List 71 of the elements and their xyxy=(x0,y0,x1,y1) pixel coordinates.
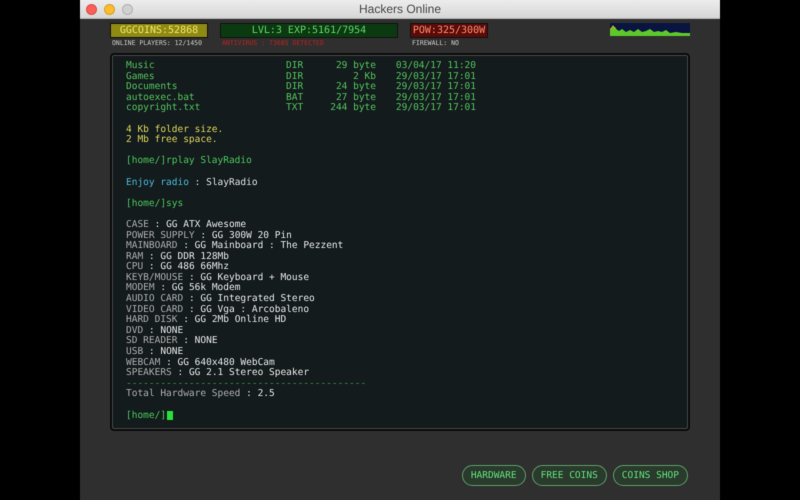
spec-label: RAM xyxy=(126,252,144,262)
terminal-text: 2 Mb free space. xyxy=(126,135,218,146)
file-date: 03/04/17 11:20 xyxy=(394,61,476,72)
file-type: DIR xyxy=(286,72,304,82)
spec-value: : NONE xyxy=(148,326,184,336)
file-name: autoexec.bat xyxy=(126,92,195,103)
spec-label: CASE xyxy=(126,220,149,230)
spec-label: CPU xyxy=(126,262,144,273)
file-date: 29/03/17 17:01 xyxy=(394,92,476,103)
window-title: Hackers Online xyxy=(358,2,442,16)
menu-button[interactable]: FREE COINS xyxy=(532,465,607,486)
spec-label: Total Hardware Speed xyxy=(126,389,240,400)
spec-value: : GG 2Mb Online HD xyxy=(183,315,286,326)
terminal-value: : SlayRadio xyxy=(194,178,258,188)
spec-label: SPEAKERS xyxy=(126,368,172,379)
menu-button[interactable]: COINS SHOP xyxy=(612,465,688,486)
command-prompt: [home/] xyxy=(126,410,166,422)
spec-label: DVD xyxy=(126,326,144,336)
spec-value: : GG Vga : Arcobaleno xyxy=(188,304,310,315)
spec-value: : GG 2.1 Stereo Speaker xyxy=(176,368,310,379)
file-type: TXT xyxy=(286,103,304,114)
spec-label: SD READER xyxy=(126,336,178,347)
file-type: BAT xyxy=(286,92,304,103)
spec-value: : GG Integrated Stereo xyxy=(188,294,315,304)
spec-label: MAINBOARD xyxy=(126,241,178,252)
file-date: 29/03/17 17:01 xyxy=(394,103,476,114)
dashed-divider: ------------------------------------------ xyxy=(126,378,366,389)
spec-value: : GG ATX Awesome xyxy=(154,220,246,230)
spec-label: VIDEO CARD xyxy=(126,304,184,315)
file-date: 29/03/17 17:01 xyxy=(394,72,476,82)
spec-value: : GG 56k Modem xyxy=(159,283,240,294)
file-size: 27 byte xyxy=(334,92,376,103)
spec-label: POWER SUPPLY xyxy=(126,230,195,241)
terminal-command: [home/]rplay SlayRadio xyxy=(126,156,252,167)
file-date: 29/03/17 17:01 xyxy=(394,82,476,93)
file-size: 29 byte xyxy=(334,61,376,72)
file-size: 2 Kb xyxy=(352,72,376,82)
text-cursor xyxy=(167,411,174,420)
spec-label: AUDIO CARD xyxy=(126,294,184,305)
spec-label: USB xyxy=(126,347,144,358)
spec-label: HARD DISK xyxy=(126,315,178,326)
file-type: DIR xyxy=(286,61,304,72)
terminal-text: 4 Kb folder size. xyxy=(126,124,224,135)
spec-value: : GG 486 66Mhz xyxy=(148,262,229,272)
file-name: copyright.txt xyxy=(126,103,202,114)
spec-value: : NONE xyxy=(148,347,184,358)
file-type: DIR xyxy=(286,82,304,93)
spec-label: KEYB/MOUSE xyxy=(126,272,184,283)
file-name: Games xyxy=(126,72,156,82)
spec-value: : 2.5 xyxy=(245,389,275,400)
file-name: Documents xyxy=(126,82,178,92)
coins-counter: GGCOINS:52868 xyxy=(110,23,208,38)
spec-value: : GG 300W 20 Pin xyxy=(199,230,292,240)
spec-label: WEBCAM xyxy=(126,358,160,368)
level-bar: LVL:3 EXP:5161/7954 xyxy=(220,23,398,38)
menu-button[interactable]: HARDWARE xyxy=(462,465,526,486)
power-meter: POW:325/300W xyxy=(410,23,488,38)
file-size: 244 byte xyxy=(329,103,376,114)
spec-value: : GG Mainboard : The Pezzent xyxy=(182,241,344,252)
close-button[interactable] xyxy=(86,4,97,14)
terminal-command: [home/]sys xyxy=(126,198,184,210)
spec-value: : GG Keyboard + Mouse xyxy=(188,272,310,283)
spec-label: MODEM xyxy=(126,283,155,294)
file-name: Music xyxy=(126,61,156,72)
spec-value: : NONE xyxy=(183,336,218,348)
spec-value: : GG DDR 128Mb xyxy=(148,252,229,262)
zoom-button[interactable] xyxy=(122,4,133,14)
file-size: 24 byte xyxy=(334,82,376,92)
minimize-button[interactable] xyxy=(104,4,115,14)
spec-value: : GG 640x480 WebCam xyxy=(165,358,275,368)
terminal-label: Enjoy radio xyxy=(126,178,189,188)
